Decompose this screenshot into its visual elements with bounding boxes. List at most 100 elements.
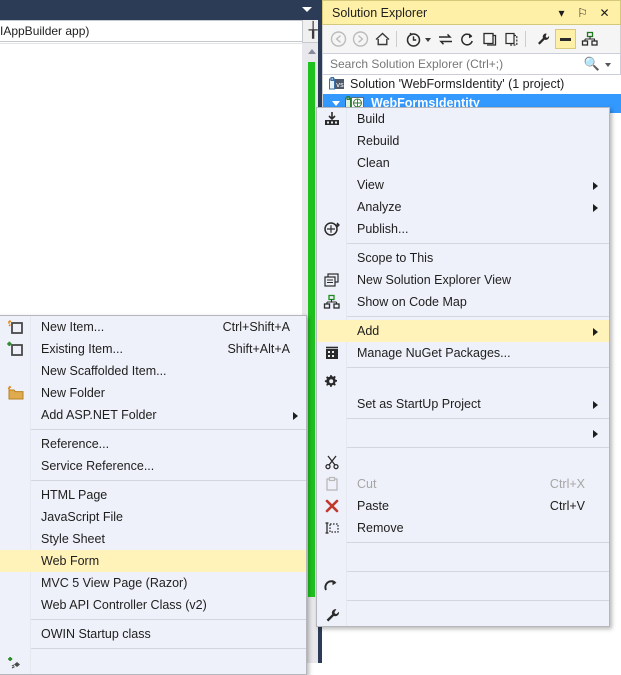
sync-with-active-document-button[interactable] [435, 29, 456, 49]
menu-item-label: Add [357, 324, 380, 338]
menu-item-label: Build [357, 112, 385, 126]
submenu-item-reference[interactable]: Reference... [0, 433, 306, 455]
add-submenu[interactable]: New Item... Ctrl+Shift+A Existing Item..… [0, 315, 307, 675]
menu-item-publish[interactable]: Publish... [317, 218, 609, 240]
submenu-item-label: Web API Controller Class (v2) [41, 598, 207, 612]
submenu-item-label: Existing Item... [41, 342, 123, 356]
menu-separator [346, 316, 609, 317]
magnifier-icon[interactable]: 🔍 [584, 56, 600, 72]
solution-icon: vs [329, 77, 345, 92]
search-placeholder: Search Solution Explorer (Ctrl+;) [330, 57, 504, 71]
menu-separator [346, 447, 609, 448]
submenu-item-new-item[interactable]: New Item... Ctrl+Shift+A [0, 316, 306, 338]
properties-button[interactable] [533, 29, 554, 49]
submenu-item-label: OWIN Startup class [41, 627, 151, 641]
pending-changes-filter-button[interactable] [403, 29, 424, 49]
solution-node[interactable]: vs Solution 'WebFormsIdentity' (1 projec… [323, 75, 621, 94]
menu-item-label: Rebuild [357, 134, 400, 148]
menu-item-scope-to-this[interactable]: Scope to This [317, 247, 609, 269]
submenu-item-style-sheet[interactable]: Style Sheet [0, 528, 306, 550]
menu-item-label: Analyze [357, 200, 402, 214]
code-map-button[interactable] [579, 29, 600, 49]
menu-item-debug[interactable]: Set as StartUp Project [317, 393, 609, 415]
submenu-item-label: Add ASP.NET Folder [41, 408, 157, 422]
filter-caret-down-icon[interactable] [425, 38, 431, 42]
menu-item-label: Cut [357, 477, 377, 491]
submenu-item-add-aspnet-folder[interactable]: Add ASP.NET Folder [0, 404, 306, 426]
search-input[interactable]: Search Solution Explorer (Ctrl+;) 🔍 [322, 53, 621, 75]
menu-item-label: New Solution Explorer View [357, 273, 512, 287]
menu-item-remove[interactable]: Paste Ctrl+V [317, 495, 609, 517]
submenu-item-javascript-file[interactable]: JavaScript File [0, 506, 306, 528]
svg-text:vs: vs [336, 81, 344, 89]
menu-item-new-solution-explorer-view[interactable]: New Solution Explorer View [317, 269, 609, 291]
menu-item-accelerator: Ctrl+V [549, 499, 585, 513]
solution-explorer-titlebar[interactable]: Solution Explorer ▾ ⚐ ✕ [322, 0, 621, 25]
menu-separator [346, 243, 609, 244]
open-folder-arrow-icon [321, 577, 343, 595]
submenu-item-web-api-controller-class-v2[interactable]: Web API Controller Class (v2) [0, 594, 306, 616]
search-caret-down-icon[interactable] [605, 63, 611, 67]
menu-item-open-folder-in-file-explorer[interactable] [317, 575, 609, 597]
editor-member-dropdown[interactable]: IAppBuilder app) [0, 20, 322, 42]
menu-item-rename[interactable]: Remove [317, 517, 609, 539]
menu-item-unload-project[interactable] [317, 546, 609, 568]
class-icon [5, 654, 27, 672]
solution-explorer-toolbar [322, 25, 621, 53]
menu-item-show-on-code-map[interactable]: Show on Code Map [317, 291, 609, 313]
clipboard-icon [321, 475, 343, 493]
submenu-item-owin-startup-class[interactable]: OWIN Startup class [0, 623, 306, 645]
editor-dropdown-caret-icon[interactable] [302, 7, 312, 12]
publish-icon [321, 220, 343, 238]
menu-item-view[interactable]: View [317, 174, 609, 196]
submenu-item-html-page[interactable]: HTML Page [0, 484, 306, 506]
menu-item-build[interactable]: Build [317, 108, 609, 130]
menu-item-rebuild[interactable]: Rebuild [317, 130, 609, 152]
submenu-item-label: MVC 5 View Page (Razor) [41, 576, 188, 590]
collapse-all-button[interactable] [479, 29, 500, 49]
submenu-item-label: Reference... [41, 437, 110, 451]
submenu-item-label: New Folder [41, 386, 105, 400]
refresh-button[interactable] [457, 29, 478, 49]
submenu-item-accelerator: Shift+Alt+A [227, 342, 290, 356]
expander-triangle-icon[interactable] [332, 101, 340, 106]
preview-selected-items-button[interactable] [555, 29, 576, 49]
submenu-arrow-icon [593, 430, 598, 438]
submenu-item-new-folder[interactable]: New Folder [0, 382, 306, 404]
menu-item-clean[interactable]: Clean [317, 152, 609, 174]
scroll-up-arrow-icon [308, 49, 316, 54]
pin-button[interactable]: ⚐ [574, 5, 591, 22]
submenu-item-label: HTML Page [41, 488, 108, 502]
solution-node-label: Solution 'WebFormsIdentity' (1 project) [350, 77, 565, 91]
menu-item-label: View [357, 178, 384, 192]
menu-item-source-control[interactable] [317, 422, 609, 444]
menu-item-manage-nuget-packages[interactable]: Manage NuGet Packages... [317, 342, 609, 364]
project-context-menu[interactable]: Build Rebuild Clean View Analyze Publish… [316, 107, 610, 627]
menu-separator [346, 418, 609, 419]
show-all-files-button[interactable] [501, 29, 522, 49]
submenu-item-mvc-5-view-page-razor[interactable]: MVC 5 View Page (Razor) [0, 572, 306, 594]
submenu-item-label: Style Sheet [41, 532, 105, 546]
menu-item-properties[interactable] [317, 604, 609, 626]
submenu-item-new-scaffolded-item[interactable]: New Scaffolded Item... [0, 360, 306, 382]
menu-separator [346, 571, 609, 572]
back-button[interactable] [328, 29, 349, 49]
window-menu-button[interactable]: ▾ [553, 5, 570, 22]
menu-item-cut[interactable] [317, 451, 609, 473]
menu-item-add[interactable]: Add [317, 320, 609, 342]
submenu-item-web-form[interactable]: Web Form [0, 550, 306, 572]
nuget-icon [321, 344, 343, 362]
menu-item-set-as-startup-project[interactable] [317, 371, 609, 393]
home-button[interactable] [372, 29, 393, 49]
menu-item-label: Scope to This [357, 251, 434, 265]
gear-icon [321, 373, 343, 391]
submenu-item-class[interactable] [0, 652, 306, 674]
close-button[interactable]: ✕ [596, 5, 613, 22]
submenu-arrow-icon [593, 182, 598, 190]
menu-item-analyze[interactable]: Analyze [317, 196, 609, 218]
submenu-separator [30, 619, 306, 620]
forward-button[interactable] [350, 29, 371, 49]
submenu-item-service-reference[interactable]: Service Reference... [0, 455, 306, 477]
submenu-item-existing-item[interactable]: Existing Item... Shift+Alt+A [0, 338, 306, 360]
submenu-separator [30, 648, 306, 649]
